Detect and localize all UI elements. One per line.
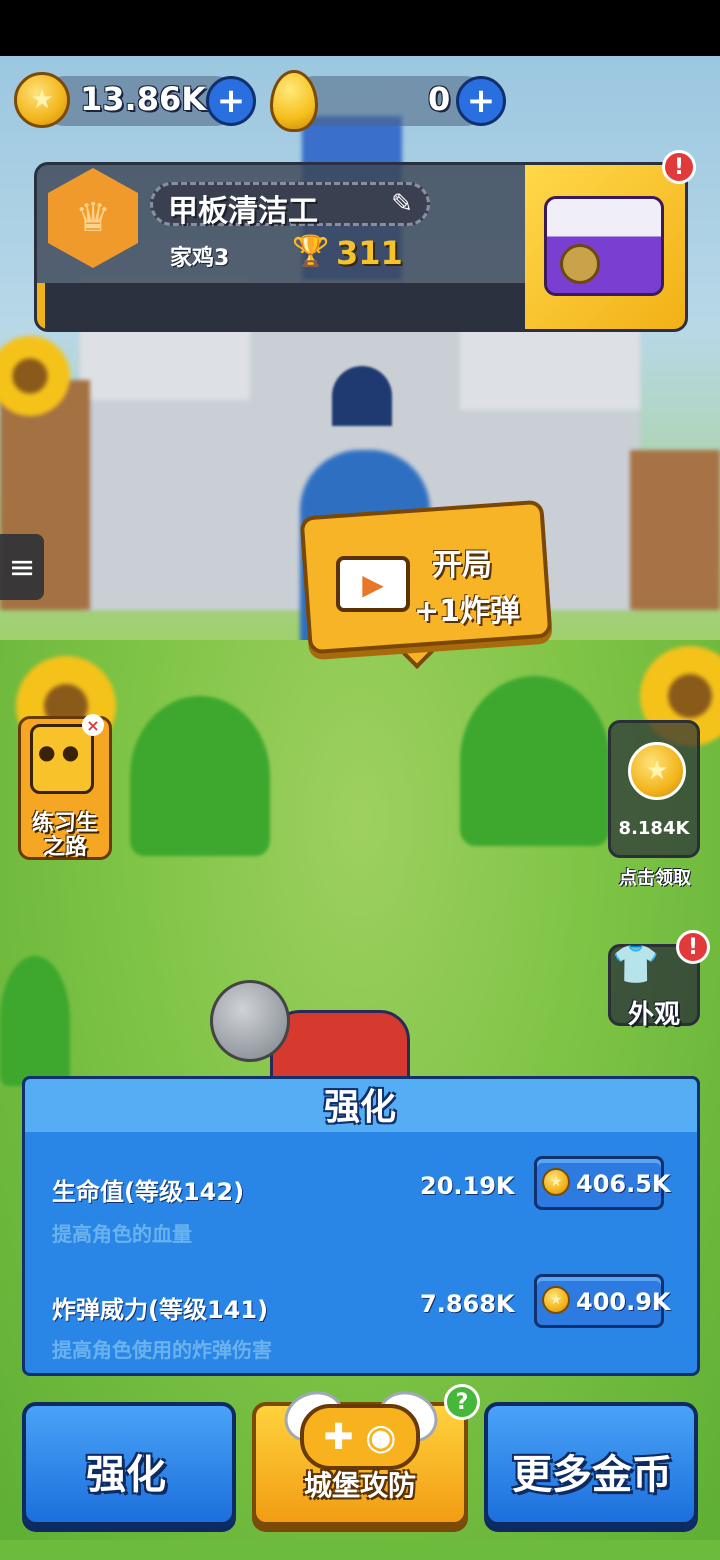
add-egg-button[interactable]: + — [456, 76, 506, 126]
claim-label[interactable]: 点击领取 — [596, 864, 714, 890]
upgrade-row-name: 炸弹威力(等级141) — [52, 1296, 269, 1324]
nav-upgrade-label: 强化 — [86, 1452, 166, 1498]
golden-egg-icon — [270, 70, 318, 132]
shirt-icon: 👕 — [612, 942, 660, 986]
pencil-icon[interactable]: ✎ — [384, 186, 420, 222]
chick-eyes: ● ● — [38, 740, 80, 764]
grass-bush — [460, 676, 610, 846]
nav-more-coins-label: 更多金币 — [512, 1452, 672, 1498]
bubble-text-line2: +1炸弹 — [414, 594, 521, 629]
plus-icon: + — [216, 81, 246, 121]
alert-icon: ! — [687, 934, 699, 960]
grass-bush — [130, 696, 270, 856]
trainee-label-line1: 练习生 — [31, 811, 98, 836]
coin-icon: ★ — [628, 742, 686, 800]
upgrade-row-value: 20.19K — [420, 1172, 515, 1200]
upgrade-row-value: 7.868K — [420, 1290, 515, 1318]
upgrade-row-desc: 提高角色的血量 — [52, 1222, 192, 1246]
chest-lock-icon — [560, 244, 600, 284]
upgrade-row-name: 生命值(等级142) — [52, 1178, 245, 1206]
status-bar — [0, 0, 720, 56]
egg-amount: 0 — [428, 80, 451, 118]
castle-window — [332, 366, 392, 426]
plus-icon: + — [466, 81, 496, 121]
close-icon[interactable]: × — [82, 714, 104, 736]
alert-icon: ! — [673, 154, 685, 180]
treasure-chest-icon[interactable] — [544, 196, 664, 296]
upgrade-cost: 400.9K — [576, 1288, 671, 1316]
hamburger-icon: ≡ — [8, 548, 36, 586]
grass-bush — [0, 956, 70, 1086]
outfit-alert-badge: ! — [676, 930, 710, 964]
gold-amount: 13.86K — [80, 80, 207, 118]
xp-bar — [37, 283, 525, 329]
add-gold-button[interactable]: + — [206, 76, 256, 126]
upgrade-panel-title: 强化 — [323, 1087, 396, 1128]
xp-bar-fill — [37, 283, 45, 329]
nav-castle-label: 城堡攻防 — [303, 1469, 416, 1502]
gamepad-icon: ✚ ◉ — [300, 1404, 420, 1470]
question-symbol: ? — [455, 1389, 469, 1415]
crown-icon: ♛ — [48, 168, 138, 268]
outfit-label: 外观 — [627, 1000, 680, 1030]
player-character — [210, 980, 410, 1080]
trophy-count: 311 — [336, 234, 403, 272]
character-body — [270, 1010, 410, 1080]
bubble-text-line1: 开局 — [432, 548, 492, 583]
coin-icon: ★ — [542, 1286, 570, 1314]
trainee-label-line2: 之路 — [42, 835, 87, 860]
claim-amount: 8.184K — [618, 818, 690, 839]
upgrade-row-desc: 提高角色使用的炸弹伤害 — [52, 1338, 272, 1362]
player-name: 甲板清洁工 — [168, 194, 318, 229]
close-symbol: × — [86, 715, 100, 735]
play-icon: ▶ — [362, 567, 384, 601]
coin-icon: ★ — [542, 1168, 570, 1196]
rank-badge[interactable]: ♛ — [48, 168, 138, 268]
help-icon[interactable]: ? — [444, 1384, 480, 1420]
trophy-icon: 🏆 — [292, 234, 330, 269]
coin-icon: ★ — [14, 72, 70, 128]
character-helmet — [210, 980, 290, 1062]
trainee-road-label: 练习生 之路 — [18, 812, 112, 860]
cliff-right — [630, 450, 720, 610]
video-icon: ▶ — [336, 556, 410, 612]
player-rank: 家鸡3 — [170, 246, 230, 271]
chest-alert-badge: ! — [662, 150, 696, 184]
upgrade-cost: 406.5K — [576, 1170, 671, 1198]
side-menu-button[interactable]: ≡ — [0, 534, 44, 600]
